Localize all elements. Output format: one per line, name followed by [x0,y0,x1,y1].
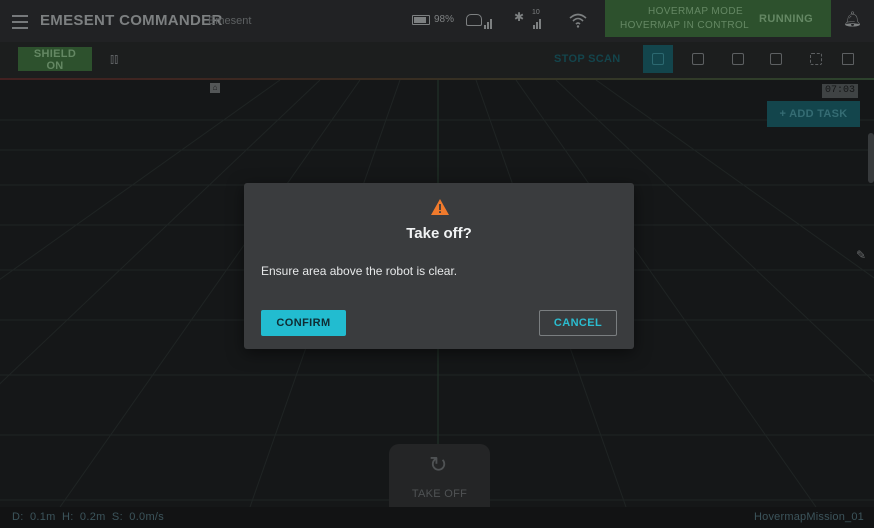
confirm-button[interactable]: CONFIRM [261,310,346,336]
dialog-message: Ensure area above the robot is clear. [261,264,458,278]
warning-icon [431,199,449,215]
cancel-button[interactable]: CANCEL [539,310,617,336]
dialog-title: Take off? [406,225,472,242]
takeoff-confirm-dialog: Take off? Ensure area above the robot is… [244,183,634,349]
